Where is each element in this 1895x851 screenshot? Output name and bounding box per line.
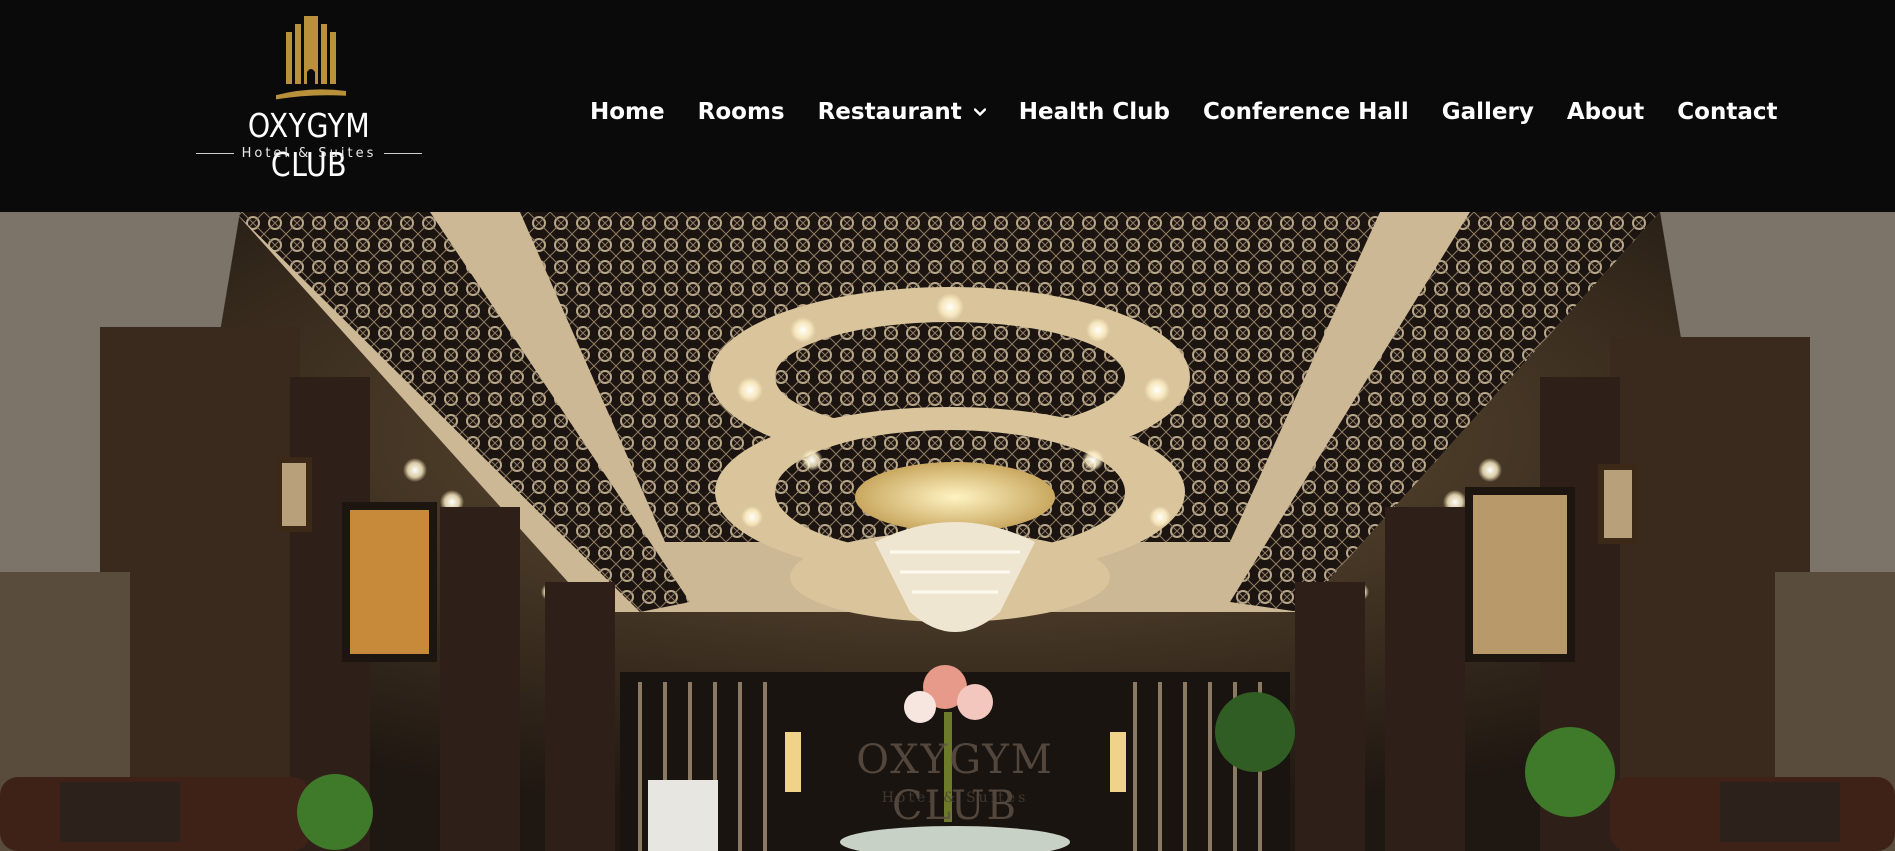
nav-label: Health Club — [1018, 99, 1170, 125]
signage-text: OXYGYM CLUB — [856, 737, 1054, 829]
nav-contact[interactable]: Contact — [1677, 99, 1777, 125]
nav-label: About — [1566, 99, 1645, 125]
hero-lobby-image: OXYGYM CLUB Hotel & Suites — [0, 212, 1895, 851]
nav-about[interactable]: About — [1567, 99, 1644, 125]
site-logo[interactable]: OXYGYM CLUB Hotel & Suites — [196, 14, 422, 184]
brand-tagline: Hotel & Suites — [241, 145, 377, 161]
main-nav: Home Rooms Restaurant Health Club Confer… — [590, 96, 1777, 128]
signage-subtext: Hotel & Suites — [881, 790, 1029, 806]
divider — [384, 152, 422, 154]
nav-label: Gallery — [1441, 99, 1534, 125]
divider — [196, 152, 234, 154]
brand-tagline-row: Hotel & Suites — [196, 144, 422, 162]
chevron-down-icon — [973, 108, 986, 116]
nav-label: Rooms — [697, 99, 785, 125]
hero-signage-sub: Hotel & Suites — [815, 790, 1095, 806]
nav-rooms[interactable]: Rooms — [698, 99, 785, 125]
nav-label: Contact — [1677, 99, 1778, 125]
nav-health-club[interactable]: Health Club — [1019, 99, 1170, 125]
nav-label: Conference Hall — [1202, 99, 1409, 125]
nav-restaurant[interactable]: Restaurant — [818, 99, 986, 125]
building-logo-icon — [276, 16, 346, 100]
nav-conference-hall[interactable]: Conference Hall — [1203, 99, 1409, 125]
nav-gallery[interactable]: Gallery — [1442, 99, 1534, 125]
nav-label: Home — [590, 99, 665, 125]
site-header: OXYGYM CLUB Hotel & Suites Home Rooms Re… — [0, 0, 1895, 212]
hero-signage: OXYGYM CLUB — [815, 737, 1095, 829]
nav-home[interactable]: Home — [590, 99, 665, 125]
nav-label: Restaurant — [817, 99, 962, 125]
